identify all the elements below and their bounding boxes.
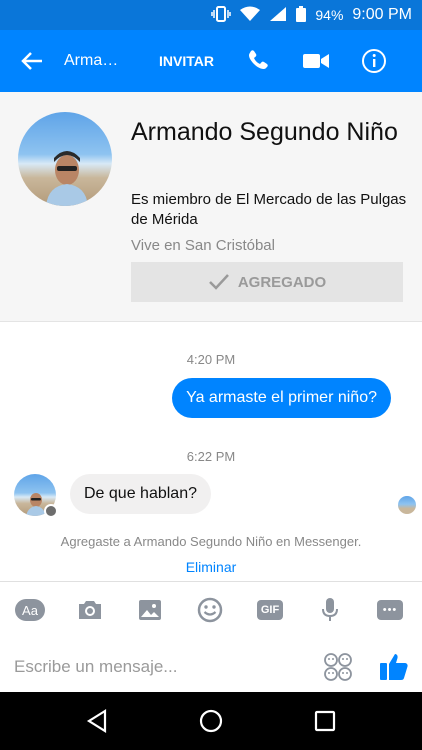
conversation-title[interactable]: Arma… bbox=[64, 52, 142, 70]
profile-membership: Es miembro de El Mercado de las Pulgas d… bbox=[131, 191, 407, 228]
nav-home-button[interactable] bbox=[186, 696, 236, 746]
message-input[interactable] bbox=[14, 650, 304, 684]
incoming-message[interactable]: De que hablan? bbox=[70, 474, 211, 514]
messenger-badge-icon bbox=[44, 504, 58, 518]
emoji-button[interactable] bbox=[323, 652, 353, 682]
more-icon: ••• bbox=[377, 600, 403, 620]
video-camera-icon bbox=[303, 54, 329, 68]
battery-percent: 94% bbox=[315, 7, 344, 23]
gif-icon: GIF bbox=[257, 600, 283, 620]
outgoing-message[interactable]: Ya armaste el primer niño? bbox=[172, 378, 391, 418]
profile-card: Armando Segundo Niño Es miembro de El Me… bbox=[0, 92, 422, 322]
person-photo-icon bbox=[46, 151, 88, 206]
video-call-button[interactable] bbox=[287, 30, 345, 92]
gallery-button[interactable] bbox=[120, 582, 180, 638]
added-button[interactable]: AGREGADO bbox=[131, 262, 403, 302]
more-button[interactable]: ••• bbox=[360, 582, 420, 638]
added-notice: Agregaste a Armando Segundo Niño en Mess… bbox=[60, 534, 362, 549]
remove-link[interactable]: Eliminar bbox=[0, 559, 422, 575]
microphone-icon bbox=[322, 598, 338, 621]
seen-avatar-icon bbox=[398, 496, 416, 514]
back-button[interactable] bbox=[0, 30, 64, 92]
battery-icon bbox=[296, 5, 307, 25]
info-icon bbox=[362, 49, 386, 73]
camera-button[interactable] bbox=[60, 582, 120, 638]
like-button[interactable] bbox=[378, 650, 410, 682]
profile-name: Armando Segundo Niño bbox=[131, 118, 398, 146]
arrow-left-icon bbox=[21, 52, 42, 70]
app-bar: Arma… INVITAR bbox=[0, 30, 422, 92]
timestamp: 6:22 PM bbox=[186, 449, 236, 464]
emoji-grid-icon bbox=[324, 653, 352, 681]
profile-location: Vive en San Cristóbal bbox=[131, 237, 275, 254]
message-list: 4:20 PM Ya armaste el primer niño? 6:22 … bbox=[0, 323, 422, 581]
square-recents-icon bbox=[314, 710, 336, 732]
image-icon bbox=[139, 600, 161, 620]
system-nav-bar bbox=[0, 692, 422, 750]
info-button[interactable] bbox=[345, 30, 403, 92]
status-bar: 94% 9:00 PM bbox=[0, 0, 422, 30]
phone-icon bbox=[249, 50, 268, 69]
gif-button[interactable]: GIF bbox=[240, 582, 300, 638]
composer: Aa GIF ••• bbox=[0, 581, 422, 692]
nav-recents-button[interactable] bbox=[300, 696, 350, 746]
signal-icon bbox=[269, 6, 287, 25]
vibrate-icon bbox=[211, 5, 232, 25]
voice-call-button[interactable] bbox=[229, 30, 287, 92]
invite-button[interactable]: INVITAR bbox=[159, 53, 229, 69]
triangle-back-icon bbox=[86, 709, 107, 733]
sender-avatar[interactable] bbox=[14, 474, 58, 518]
input-row bbox=[0, 642, 422, 692]
nav-back-button[interactable] bbox=[72, 696, 122, 746]
clock: 9:00 PM bbox=[352, 6, 412, 23]
checkmark-icon bbox=[208, 274, 229, 290]
composer-toolbar: Aa GIF ••• bbox=[0, 582, 422, 638]
wifi-icon bbox=[240, 6, 261, 25]
text-style-button[interactable]: Aa bbox=[0, 582, 60, 638]
added-label: AGREGADO bbox=[237, 273, 327, 291]
voice-button[interactable] bbox=[300, 582, 360, 638]
timestamp: 4:20 PM bbox=[186, 352, 236, 367]
camera-icon bbox=[79, 601, 101, 619]
sticker-button[interactable] bbox=[180, 582, 240, 638]
aa-icon: Aa bbox=[15, 599, 45, 621]
thumbs-up-icon bbox=[380, 654, 408, 680]
smiley-icon bbox=[197, 597, 223, 623]
circle-home-icon bbox=[199, 709, 223, 733]
profile-avatar[interactable] bbox=[18, 112, 112, 206]
